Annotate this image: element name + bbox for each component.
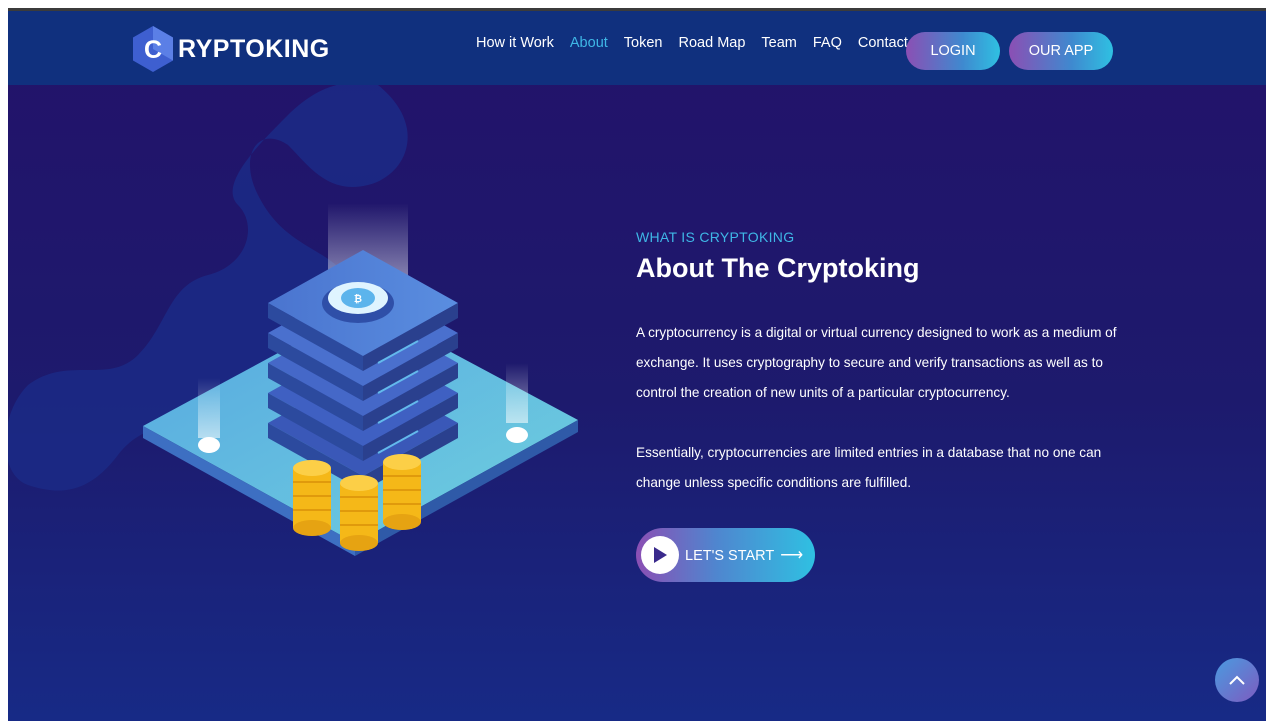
- crypto-server-illustration: ₿: [143, 203, 578, 556]
- nav-item-how-it-work[interactable]: How it Work: [476, 35, 554, 51]
- logo-letter: C: [144, 36, 162, 64]
- page-frame: C RYPTOKING How it Work About Token Road…: [8, 8, 1266, 721]
- nav-item-faq[interactable]: FAQ: [813, 35, 842, 51]
- nav-item-contact[interactable]: Contact: [858, 35, 908, 51]
- site-header: C RYPTOKING How it Work About Token Road…: [8, 11, 1266, 85]
- play-icon: [641, 536, 679, 574]
- about-paragraph-2: Essentially, cryptocurrencies are limite…: [636, 445, 1102, 490]
- about-paragraph-1: A cryptocurrency is a digital or virtual…: [636, 325, 1117, 400]
- section-eyebrow: WHAT IS CRYPTOKING: [636, 229, 795, 245]
- svg-text:₿: ₿: [354, 293, 362, 305]
- main-nav: How it Work About Token Road Map Team FA…: [476, 35, 924, 51]
- brand-logo[interactable]: C RYPTOKING: [132, 25, 330, 73]
- scroll-to-top-button[interactable]: [1215, 658, 1259, 702]
- lets-start-button[interactable]: LET'S START ⟶: [636, 528, 815, 582]
- brand-name: RYPTOKING: [178, 34, 330, 63]
- our-app-button[interactable]: OUR APP: [1009, 32, 1113, 70]
- lets-start-label: LET'S START ⟶: [685, 547, 804, 564]
- login-button[interactable]: LOGIN: [906, 32, 1000, 70]
- logo-hexagon-icon: C: [132, 25, 174, 73]
- arrow-right-icon: ⟶: [780, 547, 804, 564]
- chevron-up-icon: [1229, 675, 1245, 685]
- nav-item-road-map[interactable]: Road Map: [679, 35, 746, 51]
- nav-item-about[interactable]: About: [570, 35, 608, 51]
- nav-item-token[interactable]: Token: [624, 35, 663, 51]
- section-title: About The Cryptoking: [636, 253, 920, 283]
- nav-item-team[interactable]: Team: [761, 35, 796, 51]
